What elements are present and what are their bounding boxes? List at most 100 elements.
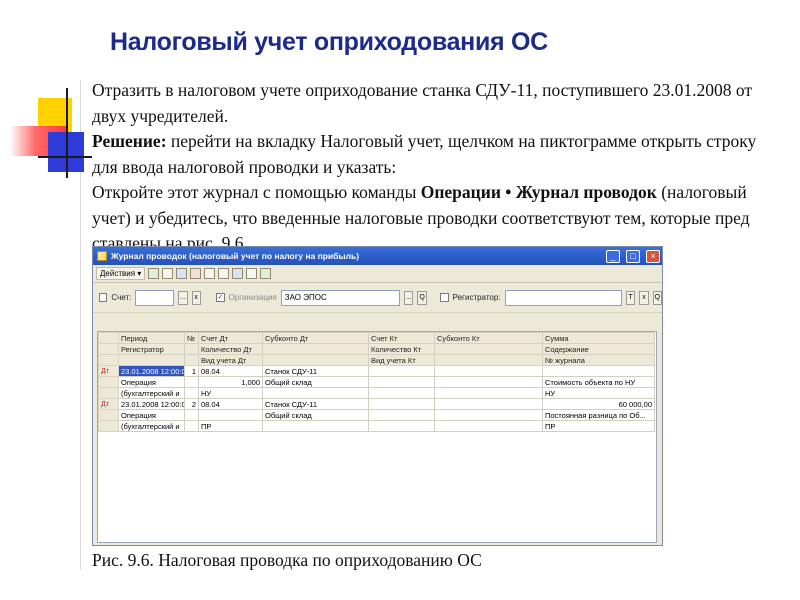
table-row[interactable]: Операция Общий склад Постоянная разница … bbox=[98, 409, 655, 421]
table-row[interactable]: (бухгалтерский и ПР ПР bbox=[98, 420, 655, 432]
account-checkbox[interactable] bbox=[99, 293, 108, 302]
column-header[interactable] bbox=[184, 354, 199, 366]
cell[interactable] bbox=[368, 420, 435, 432]
subconto-dt-cell[interactable]: Станок СДУ-11 bbox=[262, 398, 369, 410]
content-cell[interactable]: Стоимость объекта по НУ bbox=[542, 376, 655, 388]
actions-menu-button[interactable]: Действия ▾ bbox=[96, 267, 146, 280]
registrar-search-button[interactable]: Q bbox=[652, 290, 662, 305]
account-dt-cell[interactable]: 08.04 bbox=[198, 398, 263, 410]
cell[interactable] bbox=[434, 387, 543, 399]
subconto-kt-cell[interactable] bbox=[434, 398, 543, 410]
registrar-cell[interactable]: Операция bbox=[118, 409, 185, 421]
column-header[interactable] bbox=[434, 354, 543, 366]
column-header[interactable]: Вид учета Кт bbox=[368, 354, 435, 366]
column-header[interactable] bbox=[184, 343, 199, 355]
registrar-field[interactable] bbox=[504, 289, 623, 306]
column-header[interactable]: Количество Кт bbox=[368, 343, 435, 355]
close-icon[interactable]: × bbox=[646, 249, 660, 263]
registrar-cell[interactable]: (бухгалтерский и bbox=[118, 420, 185, 432]
account-kt-cell[interactable] bbox=[368, 365, 435, 377]
maximize-icon[interactable]: □ bbox=[626, 249, 640, 263]
refresh-icon[interactable] bbox=[232, 268, 244, 279]
cell[interactable] bbox=[368, 376, 435, 388]
window-toolbar: Действия ▾ bbox=[93, 265, 662, 283]
column-header[interactable]: Вид учета Дт bbox=[198, 354, 263, 366]
cell[interactable] bbox=[434, 376, 543, 388]
organization-search-button[interactable]: Q bbox=[417, 290, 427, 305]
copy-icon[interactable] bbox=[162, 268, 174, 279]
accounting-type-dt-cell[interactable]: НУ bbox=[198, 387, 263, 399]
account-dt-cell[interactable]: 08.04 bbox=[198, 365, 263, 377]
journal-cell[interactable]: НУ bbox=[542, 387, 655, 399]
quantity-dt-cell[interactable]: 1,000 bbox=[198, 376, 263, 388]
organization-select-button[interactable]: ... bbox=[404, 290, 414, 305]
account-clear-button[interactable]: x bbox=[191, 290, 201, 305]
sum-cell[interactable]: 60 000,00 bbox=[542, 398, 655, 410]
content-cell[interactable]: Постоянная разница по Об... bbox=[542, 409, 655, 421]
edit-icon[interactable] bbox=[176, 268, 188, 279]
account-select-button[interactable]: ... bbox=[178, 290, 188, 305]
column-header[interactable]: № bbox=[184, 332, 199, 344]
organization-checkbox[interactable]: ✓ bbox=[216, 293, 225, 302]
period-cell[interactable]: 23.01.2008 12:00:03 bbox=[118, 398, 185, 410]
journal-cell[interactable]: ПР bbox=[542, 420, 655, 432]
column-header[interactable] bbox=[262, 354, 369, 366]
accounting-type-dt-cell[interactable]: ПР bbox=[198, 420, 263, 432]
gutter-cell bbox=[98, 376, 119, 388]
table-row[interactable]: (бухгалтерский и НУ НУ bbox=[98, 387, 655, 399]
cell[interactable] bbox=[184, 420, 199, 432]
filter-off-icon[interactable] bbox=[218, 268, 230, 279]
registrar-checkbox[interactable] bbox=[440, 293, 449, 302]
subconto-dt-cell[interactable]: Общий склад bbox=[262, 409, 369, 421]
registrar-cell[interactable]: Операция bbox=[118, 376, 185, 388]
column-header[interactable]: Субконто Кт bbox=[434, 332, 543, 344]
number-cell[interactable]: 1 bbox=[184, 365, 199, 377]
table-row[interactable]: Операция 1,000 Общий склад Стоимость объ… bbox=[98, 376, 655, 388]
cell[interactable] bbox=[368, 409, 435, 421]
quantity-dt-cell[interactable] bbox=[198, 409, 263, 421]
text-line: двух учредителей. bbox=[92, 105, 229, 126]
column-header[interactable]: Содержание bbox=[542, 343, 655, 355]
entries-grid[interactable]: Период № Счет Дт Субконто Дт Счет Кт Суб… bbox=[97, 331, 657, 543]
table-row[interactable]: Дт 23.01.2008 12:00:03 1 08.04 Станок СД… bbox=[98, 365, 655, 377]
column-header[interactable]: № журнала bbox=[542, 354, 655, 366]
cell[interactable] bbox=[262, 387, 369, 399]
period-cell[interactable]: 23.01.2008 12:00:03 bbox=[118, 365, 185, 377]
column-header[interactable]: Регистратор bbox=[118, 343, 185, 355]
column-header[interactable]: Количество Дт bbox=[198, 343, 263, 355]
column-header[interactable]: Счет Дт bbox=[198, 332, 263, 344]
help-icon[interactable] bbox=[260, 268, 272, 279]
minimize-icon[interactable]: _ bbox=[606, 249, 620, 263]
cell[interactable] bbox=[434, 420, 543, 432]
registrar-type-button[interactable]: T bbox=[626, 290, 636, 305]
organization-field[interactable]: ЗАО ЭПОС bbox=[280, 289, 401, 306]
account-kt-cell[interactable] bbox=[368, 398, 435, 410]
print-icon[interactable] bbox=[246, 268, 258, 279]
column-header[interactable]: Период bbox=[118, 332, 185, 344]
delete-icon[interactable] bbox=[190, 268, 202, 279]
column-header[interactable] bbox=[434, 343, 543, 355]
cell[interactable] bbox=[434, 409, 543, 421]
table-row[interactable]: Дт 23.01.2008 12:00:03 2 08.04 Станок СД… bbox=[98, 398, 655, 410]
cell[interactable] bbox=[184, 387, 199, 399]
column-header[interactable]: Субконто Дт bbox=[262, 332, 369, 344]
registrar-clear-button[interactable]: x bbox=[639, 290, 649, 305]
cell[interactable] bbox=[262, 420, 369, 432]
subconto-kt-cell[interactable] bbox=[434, 365, 543, 377]
account-field[interactable] bbox=[135, 289, 175, 306]
gutter-cell bbox=[98, 409, 119, 421]
filter-icon[interactable] bbox=[204, 268, 216, 279]
sum-cell[interactable] bbox=[542, 365, 655, 377]
column-header[interactable] bbox=[262, 343, 369, 355]
cell[interactable] bbox=[184, 376, 199, 388]
column-header[interactable]: Сумма bbox=[542, 332, 655, 344]
column-header[interactable]: Счет Кт bbox=[368, 332, 435, 344]
add-icon[interactable] bbox=[148, 268, 160, 279]
number-cell[interactable]: 2 bbox=[184, 398, 199, 410]
registrar-cell[interactable]: (бухгалтерский и bbox=[118, 387, 185, 399]
subconto-dt-cell[interactable]: Общий склад bbox=[262, 376, 369, 388]
cell[interactable] bbox=[368, 387, 435, 399]
cell[interactable] bbox=[184, 409, 199, 421]
subconto-dt-cell[interactable]: Станок СДУ-11 bbox=[262, 365, 369, 377]
column-header[interactable] bbox=[118, 354, 185, 366]
